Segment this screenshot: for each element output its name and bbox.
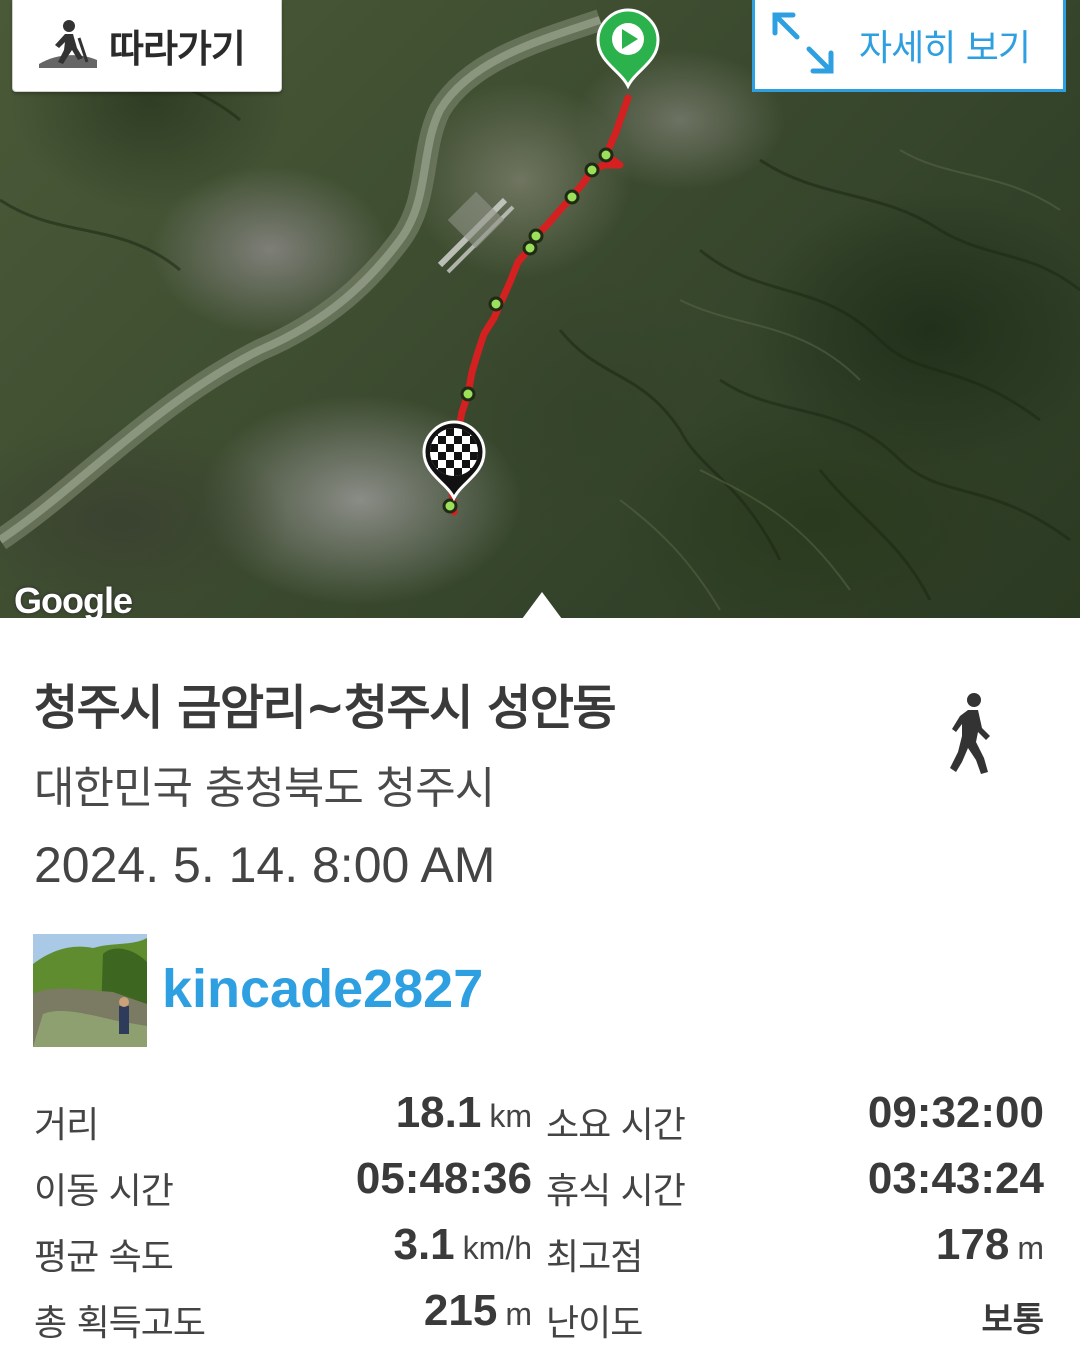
stat-value-max-elevation: 178 m <box>935 1220 1044 1269</box>
username-link[interactable]: kincade2827 <box>162 958 483 1020</box>
start-marker <box>596 8 660 90</box>
stat-row: 이동 시간 05:48:36 휴식 시간 03:43:24 <box>0 1154 1080 1214</box>
track-datetime: 2024. 5. 14. 8:00 AM <box>34 837 496 893</box>
waypoint-marker <box>442 498 458 514</box>
google-logo: Google <box>14 580 133 618</box>
track-region: 대한민국 충청북도 청주시 <box>34 763 495 814</box>
stat-value-distance: 18.1 km <box>395 1088 532 1137</box>
waypoint-marker <box>564 189 580 205</box>
stat-value-difficulty: 보통 <box>981 1300 1044 1340</box>
track-title: 청주시 금암리~청주시 성안동 <box>34 680 617 736</box>
expand-arrows-icon <box>765 5 841 85</box>
stat-value-total-time: 09:32:00 <box>867 1088 1044 1137</box>
airport-runways <box>437 191 515 274</box>
waypoint-marker <box>522 240 538 256</box>
map-view[interactable]: 따라가기 자세히 보기 Google <box>0 0 1080 618</box>
hiker-icon <box>35 18 99 74</box>
avatar[interactable] <box>33 934 147 1047</box>
stat-label-elevation-gain: 총 획득고도 <box>34 1303 206 1344</box>
satellite-imagery <box>0 8 1080 611</box>
stat-value-rest-time: 03:43:24 <box>867 1154 1044 1203</box>
stat-label-difficulty: 난이도 <box>546 1303 643 1344</box>
stat-row: 거리 18.1 km 소요 시간 09:32:00 <box>0 1088 1080 1148</box>
stat-label-avg-speed: 평균 속도 <box>34 1237 174 1278</box>
waypoint-marker <box>528 228 544 244</box>
stat-label-total-time: 소요 시간 <box>546 1105 686 1146</box>
stat-value-elevation-gain: 215 m <box>423 1286 532 1335</box>
stat-value-avg-speed: 3.1 km/h <box>393 1220 532 1269</box>
follow-button[interactable]: 따라가기 <box>12 0 282 92</box>
stat-label-moving-time: 이동 시간 <box>34 1171 174 1212</box>
stat-row: 평균 속도 3.1 km/h 최고점 178 m <box>0 1220 1080 1280</box>
waypoint-marker <box>598 147 614 163</box>
waypoint-marker <box>460 386 476 402</box>
follow-button-label: 따라가기 <box>109 27 246 71</box>
stat-label-distance: 거리 <box>34 1105 99 1146</box>
stat-label-max-elevation: 최고점 <box>546 1237 643 1278</box>
waypoint-marker <box>584 162 600 178</box>
map-pointer-arrow <box>522 592 562 618</box>
detail-view-label: 자세히 보기 <box>859 27 1031 69</box>
stat-row: 총 획득고도 215 m 난이도 보통 <box>0 1286 1080 1346</box>
detail-view-button[interactable]: 자세히 보기 <box>752 0 1066 92</box>
waypoint-marker <box>488 296 504 312</box>
stat-value-moving-time: 05:48:36 <box>355 1154 532 1203</box>
stat-label-rest-time: 휴식 시간 <box>546 1171 686 1212</box>
walking-person-icon <box>948 692 994 780</box>
finish-marker <box>422 420 486 502</box>
